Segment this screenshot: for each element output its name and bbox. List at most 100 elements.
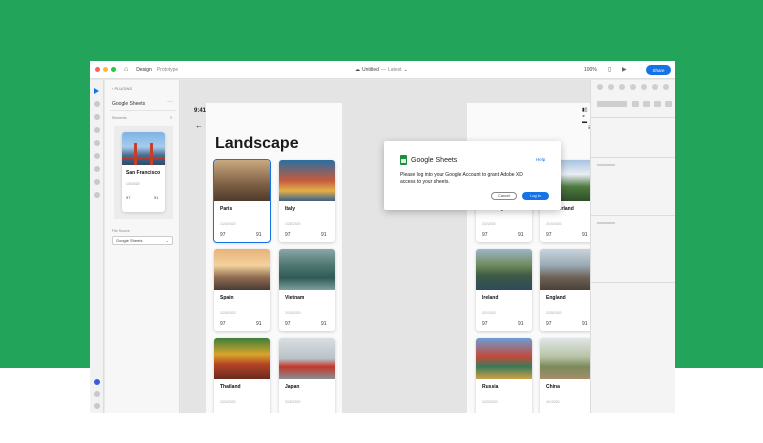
align-icon[interactable] xyxy=(663,84,669,90)
distribute-icon[interactable] xyxy=(654,101,661,107)
filter-icon[interactable]: ≡ xyxy=(170,115,172,120)
card-city: Vietnam xyxy=(285,295,305,301)
card-date: 2/19/2020 xyxy=(546,222,562,226)
inspector-divider xyxy=(591,157,675,158)
card-city: England xyxy=(546,295,566,301)
layers-icon[interactable] xyxy=(94,403,100,409)
design-canvas[interactable]: 9:41 ← Landscape ▮▯ ◒ ▬ ≡ Paris 1/25/202… xyxy=(181,80,590,413)
window-controls xyxy=(95,67,116,72)
close-window-button[interactable] xyxy=(95,67,100,72)
assets-icon[interactable] xyxy=(94,391,100,397)
back-to-plugins-button[interactable]: ‹ PLUGINS xyxy=(112,86,132,91)
distribute-icon[interactable] xyxy=(665,101,672,107)
card-city: Spain xyxy=(220,295,234,301)
document-name: Untitled xyxy=(362,67,379,73)
share-button[interactable]: Share xyxy=(646,65,671,75)
login-button[interactable]: Log In xyxy=(522,192,549,200)
zoom-level[interactable]: 100% xyxy=(584,67,597,73)
align-icon[interactable] xyxy=(641,84,647,90)
zoom-tool-icon[interactable] xyxy=(94,192,100,198)
file-source-select[interactable]: Google Sheets ⌄ xyxy=(112,236,173,245)
google-sheets-dialog: Google Sheets Help Please log into your … xyxy=(384,141,561,210)
document-status: Latest xyxy=(387,67,402,73)
artboard-tool-icon[interactable] xyxy=(94,179,100,185)
card-vietnam[interactable]: Vietnam 2/15/2020 97 91 xyxy=(279,249,335,331)
tab-prototype[interactable]: Prototype xyxy=(157,67,178,73)
inspector-divider xyxy=(591,117,675,118)
preview-card: San Francisco 1/3/2020 97 91 xyxy=(122,132,165,212)
chevron-down-icon: ⌄ xyxy=(403,67,408,73)
distribute-icon[interactable] xyxy=(643,101,650,107)
card-paris[interactable]: Paris 1/25/2020 97 91 xyxy=(213,159,271,243)
panel-divider xyxy=(110,110,176,111)
card-city: Ireland xyxy=(482,295,499,301)
distribute-control[interactable] xyxy=(597,101,627,107)
vietnam-image xyxy=(279,249,335,290)
card-russia[interactable]: Russia 3/20/2020 xyxy=(476,338,532,413)
align-icon[interactable] xyxy=(597,84,603,90)
select-tool-icon[interactable] xyxy=(94,88,99,94)
card-city: China xyxy=(546,384,560,390)
page-heading: Landscape xyxy=(215,135,299,152)
bridge-deck xyxy=(122,157,165,159)
preview-stat-b: 91 xyxy=(154,195,159,200)
inspector-field[interactable] xyxy=(597,222,615,224)
status-time: 9:41 xyxy=(194,108,207,114)
tab-design[interactable]: Design xyxy=(136,67,152,73)
card-italy[interactable]: Italy 1/28/2020 97 91 xyxy=(279,160,335,242)
card-stat-b: 91 xyxy=(518,232,524,238)
card-stat-a: 97 xyxy=(220,321,226,327)
card-date: 2/2/2020 xyxy=(482,222,496,226)
more-options-icon[interactable]: ··· xyxy=(167,99,173,105)
distribute-icon[interactable] xyxy=(632,101,639,107)
card-date: 1/25/2020 xyxy=(220,222,236,226)
minimize-window-button[interactable] xyxy=(103,67,108,72)
play-icon[interactable]: ▶ xyxy=(622,66,627,73)
ellipse-tool-icon[interactable] xyxy=(94,114,100,120)
card-china[interactable]: China 4/1/2020 xyxy=(540,338,590,413)
home-icon[interactable]: ⌂ xyxy=(124,66,128,73)
san-francisco-image xyxy=(122,132,165,165)
align-icon[interactable] xyxy=(619,84,625,90)
back-arrow-icon[interactable]: ← xyxy=(195,121,203,130)
card-ireland[interactable]: Ireland 3/2/2020 97 91 xyxy=(476,249,532,331)
align-icon[interactable] xyxy=(630,84,636,90)
element-preview[interactable]: San Francisco 1/3/2020 97 91 xyxy=(114,126,173,219)
rectangle-tool-icon[interactable] xyxy=(94,101,100,107)
inspector-field[interactable] xyxy=(597,164,615,166)
file-source-label: File Source xyxy=(112,229,130,233)
help-link[interactable]: Help xyxy=(536,157,545,162)
app-window: ⌂ Design Prototype ☁ Untitled — Latest ⌄… xyxy=(90,61,675,413)
preview-city: San Francisco xyxy=(126,170,161,176)
document-title[interactable]: ☁ Untitled — Latest ⌄ xyxy=(355,67,408,73)
inspector-divider xyxy=(591,282,675,283)
card-date: 2/15/2020 xyxy=(285,311,301,315)
card-england[interactable]: England 2/25/2020 97 91 xyxy=(540,249,590,331)
card-stat-b: 91 xyxy=(256,232,262,238)
card-stat-a: 97 xyxy=(546,321,552,327)
pen-tool-icon[interactable] xyxy=(94,153,100,159)
ireland-image xyxy=(476,249,532,290)
bridge-tower-left xyxy=(134,143,137,165)
card-stat-b: 91 xyxy=(582,321,588,327)
card-stat-b: 91 xyxy=(518,321,524,327)
align-icon[interactable] xyxy=(608,84,614,90)
cancel-button[interactable]: Cancel xyxy=(491,192,517,200)
text-tool-icon[interactable] xyxy=(94,166,100,172)
line-tool-icon[interactable] xyxy=(94,140,100,146)
card-japan[interactable]: Japan 3/26/2020 xyxy=(279,338,335,413)
polygon-tool-icon[interactable] xyxy=(94,127,100,133)
maximize-window-button[interactable] xyxy=(111,67,116,72)
card-spain[interactable]: Spain 1/25/2020 97 91 xyxy=(214,249,270,331)
align-icon[interactable] xyxy=(652,84,658,90)
chevron-down-icon: ⌄ xyxy=(165,238,169,243)
russia-image xyxy=(476,338,532,379)
device-preview-icon[interactable]: ▯ xyxy=(608,66,611,73)
document-separator: — xyxy=(380,67,386,73)
google-sheets-icon xyxy=(400,155,407,165)
file-source-value: Google Sheets xyxy=(116,238,143,243)
japan-image xyxy=(279,338,335,379)
plugins-icon[interactable] xyxy=(94,379,100,385)
card-thailand[interactable]: Thailand 3/20/2020 xyxy=(214,338,270,413)
card-date: 4/1/2020 xyxy=(546,400,560,404)
